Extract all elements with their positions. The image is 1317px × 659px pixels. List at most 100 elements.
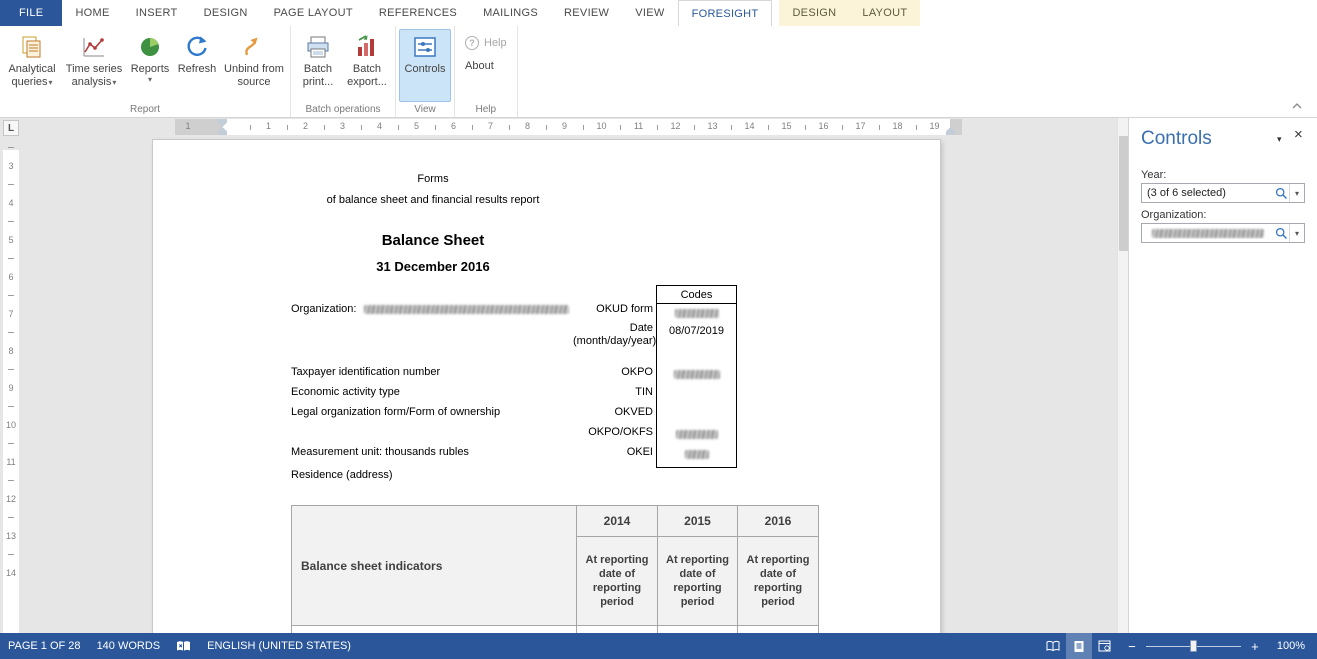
unbind-icon (240, 33, 268, 61)
tab-home[interactable]: HOME (62, 0, 122, 26)
button-label: Time series analysis▾ (62, 63, 126, 89)
document-page[interactable]: Forms of balance sheet and financial res… (153, 140, 940, 633)
okpo-label: OKPO (473, 366, 653, 378)
zoom-slider[interactable] (1146, 639, 1241, 653)
tab-file[interactable]: FILE (0, 0, 62, 26)
codes-header: Codes (657, 286, 736, 304)
analytical-queries-icon (18, 33, 46, 61)
okei-code-redacted (657, 448, 736, 460)
status-bar: PAGE 1 OF 28 140 WORDS ENGLISH (UNITED S… (0, 633, 1317, 659)
zoom-slider-thumb[interactable] (1190, 640, 1197, 652)
tab-page-layout[interactable]: PAGE LAYOUT (261, 0, 366, 26)
group-label-report: Report (0, 104, 290, 115)
ruler-number: 12 (3, 480, 19, 517)
contextual-tab-group: DESIGN LAYOUT (779, 0, 920, 26)
okud-code-redacted (657, 307, 736, 319)
batch-export-button[interactable]: Batch export... (342, 29, 392, 102)
doc-title: Balance Sheet (253, 232, 613, 249)
year-filter-label: Year: (1141, 169, 1166, 181)
document-workspace: L 1 12345678910111213141516171819 345678… (0, 118, 1128, 633)
button-label: About (465, 60, 494, 72)
pane-collapse-icon[interactable]: ▾ (1277, 134, 1282, 145)
scrollbar-thumb[interactable] (1119, 136, 1128, 251)
dropdown-arrow-icon[interactable]: ▾ (1289, 224, 1304, 242)
group-label-batch-operations: Batch operations (291, 104, 395, 115)
unit-label: Measurement unit: thousands rubles (291, 446, 469, 458)
document-scrollbar[interactable] (1117, 118, 1128, 633)
language-indicator[interactable]: ENGLISH (UNITED STATES) (199, 633, 359, 659)
tab-mailings[interactable]: MAILINGS (470, 0, 551, 26)
okfs-code-redacted (657, 428, 736, 440)
ruler-number: 8 (3, 332, 19, 369)
ruler-number: 2 (287, 121, 324, 131)
export-chart-icon (353, 33, 381, 61)
ruler-number: 14 (3, 554, 19, 591)
word-count[interactable]: 140 WORDS (89, 633, 169, 659)
ruler-number: 13 (694, 121, 731, 131)
analytical-queries-button[interactable]: Analytical queries▾ (3, 29, 61, 102)
organization-label: Organization: (291, 303, 356, 315)
ruler-number: 6 (435, 121, 472, 131)
codes-box: Codes 08/07/2019 (656, 285, 737, 468)
reports-button[interactable]: Reports ▾ (127, 29, 173, 102)
tin-label: TIN (473, 386, 653, 398)
ribbon-foresight: Analytical queries▾ Time series analysis… (0, 26, 1317, 118)
tab-design[interactable]: DESIGN (191, 0, 261, 26)
help-button[interactable]: ? Help (458, 32, 514, 53)
ribbon-group-view: Controls View (396, 26, 455, 117)
time-series-analysis-button[interactable]: Time series analysis▾ (61, 29, 127, 102)
tab-insert[interactable]: INSERT (123, 0, 191, 26)
controls-task-pane: Controls ▾ × Year: (3 of 6 selected) ▾ O… (1128, 118, 1317, 633)
button-label: Controls (405, 63, 446, 76)
dropdown-arrow-icon: ▾ (112, 78, 116, 87)
ruler-number: 4 (361, 121, 398, 131)
okpo-okfs-label: OKPO/OKFS (473, 426, 653, 438)
vertical-ruler[interactable]: 34567891011121314 (0, 137, 22, 633)
ruler-number: 13 (3, 517, 19, 554)
dropdown-arrow-icon: ▾ (148, 76, 152, 84)
tab-review[interactable]: REVIEW (551, 0, 622, 26)
print-layout-button[interactable] (1066, 633, 1092, 659)
unbind-from-source-button[interactable]: Unbind from source (221, 29, 287, 102)
search-icon[interactable] (1273, 227, 1289, 240)
pane-close-icon[interactable]: × (1294, 126, 1303, 143)
ribbon-group-report: Analytical queries▾ Time series analysis… (0, 26, 291, 117)
about-button[interactable]: About (458, 55, 514, 76)
doc-heading-line1: Forms (253, 173, 613, 185)
tab-contextual-design[interactable]: DESIGN (779, 0, 849, 26)
horizontal-ruler[interactable]: 1 12345678910111213141516171819 (22, 118, 1128, 137)
tab-contextual-layout[interactable]: LAYOUT (849, 0, 920, 26)
web-layout-button[interactable] (1092, 633, 1118, 659)
help-icon: ? (465, 36, 479, 50)
group-label-view: View (396, 104, 454, 115)
controls-toggle-button[interactable]: Controls (399, 29, 451, 102)
tab-view[interactable]: VIEW (622, 0, 677, 26)
pane-title: Controls (1141, 128, 1212, 150)
group-label-help: Help (455, 104, 517, 115)
zoom-out-button[interactable]: − (1126, 639, 1138, 654)
year-filter-value: (3 of 6 selected) (1142, 187, 1273, 199)
controls-panel-icon (411, 33, 439, 61)
ruler-number: 12 (657, 121, 694, 131)
dropdown-arrow-icon[interactable]: ▾ (1289, 184, 1304, 202)
chevron-up-icon (1292, 103, 1302, 109)
search-icon[interactable] (1273, 187, 1289, 200)
page-indicator[interactable]: PAGE 1 OF 28 (0, 633, 89, 659)
zoom-percentage[interactable]: 100% (1269, 633, 1317, 659)
year-filter-input[interactable]: (3 of 6 selected) ▾ (1141, 183, 1305, 203)
batch-print-button[interactable]: Batch print... (294, 29, 342, 102)
collapse-ribbon-button[interactable] (1287, 99, 1307, 113)
balance-sheet-table: Balance sheet indicators 2014 2015 2016 … (291, 505, 819, 633)
tab-foresight-active[interactable]: FORESIGHT (678, 0, 773, 26)
proofing-status[interactable] (168, 633, 199, 659)
ribbon-group-batch-operations: Batch print... Batch export... Batch ope… (291, 26, 396, 117)
printer-icon (304, 33, 332, 61)
tab-stop-selector[interactable]: L (3, 120, 19, 136)
tab-references[interactable]: REFERENCES (366, 0, 470, 26)
refresh-button[interactable]: Refresh (173, 29, 221, 102)
date-value: 08/07/2019 (657, 325, 736, 337)
ruler-number: 9 (3, 369, 19, 406)
read-mode-button[interactable] (1040, 633, 1066, 659)
organization-filter-input[interactable]: ▾ (1141, 223, 1305, 243)
zoom-in-button[interactable]: + (1249, 639, 1261, 654)
